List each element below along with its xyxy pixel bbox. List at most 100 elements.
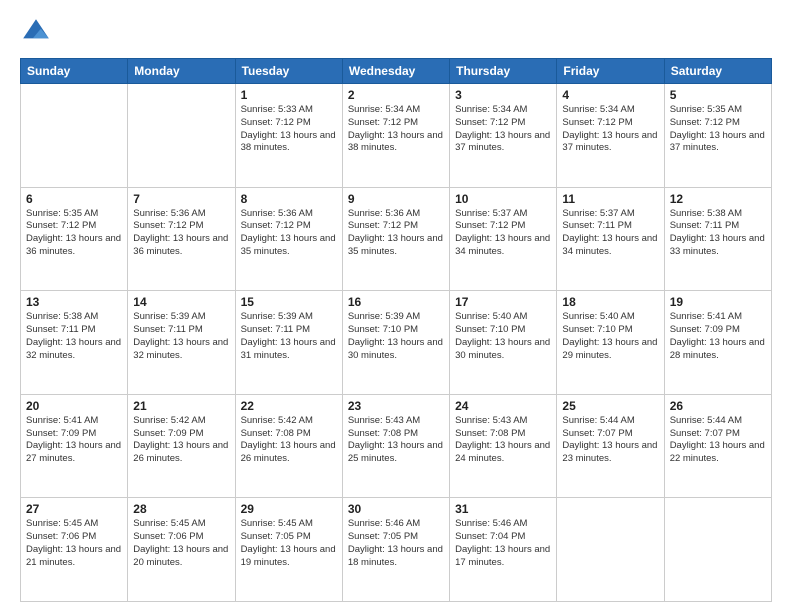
day-number: 10 (455, 192, 551, 206)
day-info: Sunrise: 5:40 AM Sunset: 7:10 PM Dayligh… (562, 311, 658, 362)
day-cell: 19 Sunrise: 5:41 AM Sunset: 7:09 PM Dayli… (664, 291, 771, 395)
day-cell: 17 Sunrise: 5:40 AM Sunset: 7:10 PM Dayli… (450, 291, 557, 395)
weekday-header-wednesday: Wednesday (342, 59, 449, 84)
day-number: 6 (26, 192, 122, 206)
calendar: SundayMondayTuesdayWednesdayThursdayFrid… (20, 58, 772, 602)
day-number: 2 (348, 88, 444, 102)
day-info: Sunrise: 5:41 AM Sunset: 7:09 PM Dayligh… (26, 415, 122, 466)
weekday-header-thursday: Thursday (450, 59, 557, 84)
day-cell: 1Sunrise: 5:33 AM Sunset: 7:12 PM Daylig… (235, 84, 342, 188)
day-info: Sunrise: 5:45 AM Sunset: 7:05 PM Dayligh… (241, 518, 337, 569)
day-info: Sunrise: 5:39 AM Sunset: 7:11 PM Dayligh… (133, 311, 229, 362)
day-number: 3 (455, 88, 551, 102)
weekday-header-saturday: Saturday (664, 59, 771, 84)
day-cell (128, 84, 235, 188)
day-cell: 20 Sunrise: 5:41 AM Sunset: 7:09 PM Dayli… (21, 394, 128, 498)
day-number: 13 (26, 295, 122, 309)
weekday-header-monday: Monday (128, 59, 235, 84)
weekday-row: SundayMondayTuesdayWednesdayThursdayFrid… (21, 59, 772, 84)
weekday-header-sunday: Sunday (21, 59, 128, 84)
day-cell: 29 Sunrise: 5:45 AM Sunset: 7:05 PM Dayli… (235, 498, 342, 602)
week-row-2: 13 Sunrise: 5:38 AM Sunset: 7:11 PM Dayli… (21, 291, 772, 395)
day-number: 28 (133, 502, 229, 516)
day-info: Sunrise: 5:35 AM Sunset: 7:12 PM Dayligh… (670, 104, 766, 155)
day-cell: 6 Sunrise: 5:35 AM Sunset: 7:12 PM Daylig… (21, 187, 128, 291)
day-cell: 22Sunrise: 5:42 AM Sunset: 7:08 PM Dayli… (235, 394, 342, 498)
day-info: Sunrise: 5:43 AM Sunset: 7:08 PM Dayligh… (455, 415, 551, 466)
day-cell: 31Sunrise: 5:46 AM Sunset: 7:04 PM Dayli… (450, 498, 557, 602)
day-info: Sunrise: 5:39 AM Sunset: 7:10 PM Dayligh… (348, 311, 444, 362)
page: SundayMondayTuesdayWednesdayThursdayFrid… (0, 0, 792, 612)
day-number: 17 (455, 295, 551, 309)
day-cell: 7 Sunrise: 5:36 AM Sunset: 7:12 PM Daylig… (128, 187, 235, 291)
day-info: Sunrise: 5:45 AM Sunset: 7:06 PM Dayligh… (26, 518, 122, 569)
day-number: 19 (670, 295, 766, 309)
day-number: 15 (241, 295, 337, 309)
day-cell: 5 Sunrise: 5:35 AM Sunset: 7:12 PM Daylig… (664, 84, 771, 188)
day-number: 5 (670, 88, 766, 102)
day-cell (21, 84, 128, 188)
day-number: 14 (133, 295, 229, 309)
day-info: Sunrise: 5:36 AM Sunset: 7:12 PM Dayligh… (133, 208, 229, 259)
day-number: 7 (133, 192, 229, 206)
day-number: 20 (26, 399, 122, 413)
day-number: 12 (670, 192, 766, 206)
day-number: 1 (241, 88, 337, 102)
day-number: 29 (241, 502, 337, 516)
day-info: Sunrise: 5:42 AM Sunset: 7:09 PM Dayligh… (133, 415, 229, 466)
day-number: 22 (241, 399, 337, 413)
day-cell (557, 498, 664, 602)
day-info: Sunrise: 5:37 AM Sunset: 7:12 PM Dayligh… (455, 208, 551, 259)
day-cell: 24Sunrise: 5:43 AM Sunset: 7:08 PM Dayli… (450, 394, 557, 498)
day-cell: 12 Sunrise: 5:38 AM Sunset: 7:11 PM Dayli… (664, 187, 771, 291)
day-cell: 26 Sunrise: 5:44 AM Sunset: 7:07 PM Dayli… (664, 394, 771, 498)
day-info: Sunrise: 5:40 AM Sunset: 7:10 PM Dayligh… (455, 311, 551, 362)
day-cell (664, 498, 771, 602)
logo (20, 16, 56, 48)
day-info: Sunrise: 5:44 AM Sunset: 7:07 PM Dayligh… (562, 415, 658, 466)
day-number: 21 (133, 399, 229, 413)
day-info: Sunrise: 5:44 AM Sunset: 7:07 PM Dayligh… (670, 415, 766, 466)
day-number: 26 (670, 399, 766, 413)
day-cell: 27 Sunrise: 5:45 AM Sunset: 7:06 PM Dayli… (21, 498, 128, 602)
calendar-body: 1Sunrise: 5:33 AM Sunset: 7:12 PM Daylig… (21, 84, 772, 602)
day-info: Sunrise: 5:39 AM Sunset: 7:11 PM Dayligh… (241, 311, 337, 362)
day-info: Sunrise: 5:43 AM Sunset: 7:08 PM Dayligh… (348, 415, 444, 466)
day-cell: 30Sunrise: 5:46 AM Sunset: 7:05 PM Dayli… (342, 498, 449, 602)
day-cell: 9Sunrise: 5:36 AM Sunset: 7:12 PM Daylig… (342, 187, 449, 291)
day-cell: 18 Sunrise: 5:40 AM Sunset: 7:10 PM Dayli… (557, 291, 664, 395)
day-number: 16 (348, 295, 444, 309)
day-number: 11 (562, 192, 658, 206)
logo-icon (20, 16, 52, 48)
day-cell: 2Sunrise: 5:34 AM Sunset: 7:12 PM Daylig… (342, 84, 449, 188)
day-info: Sunrise: 5:38 AM Sunset: 7:11 PM Dayligh… (26, 311, 122, 362)
week-row-3: 20 Sunrise: 5:41 AM Sunset: 7:09 PM Dayli… (21, 394, 772, 498)
day-cell: 10 Sunrise: 5:37 AM Sunset: 7:12 PM Dayli… (450, 187, 557, 291)
day-number: 31 (455, 502, 551, 516)
day-cell: 4 Sunrise: 5:34 AM Sunset: 7:12 PM Daylig… (557, 84, 664, 188)
day-cell: 3 Sunrise: 5:34 AM Sunset: 7:12 PM Daylig… (450, 84, 557, 188)
day-cell: 14 Sunrise: 5:39 AM Sunset: 7:11 PM Dayli… (128, 291, 235, 395)
day-cell: 11Sunrise: 5:37 AM Sunset: 7:11 PM Dayli… (557, 187, 664, 291)
weekday-header-friday: Friday (557, 59, 664, 84)
header (20, 16, 772, 48)
day-number: 23 (348, 399, 444, 413)
day-info: Sunrise: 5:34 AM Sunset: 7:12 PM Dayligh… (562, 104, 658, 155)
day-info: Sunrise: 5:41 AM Sunset: 7:09 PM Dayligh… (670, 311, 766, 362)
day-cell: 13 Sunrise: 5:38 AM Sunset: 7:11 PM Dayli… (21, 291, 128, 395)
day-cell: 28Sunrise: 5:45 AM Sunset: 7:06 PM Dayli… (128, 498, 235, 602)
day-info: Sunrise: 5:34 AM Sunset: 7:12 PM Dayligh… (455, 104, 551, 155)
day-number: 18 (562, 295, 658, 309)
week-row-4: 27 Sunrise: 5:45 AM Sunset: 7:06 PM Dayli… (21, 498, 772, 602)
day-cell: 8Sunrise: 5:36 AM Sunset: 7:12 PM Daylig… (235, 187, 342, 291)
day-number: 8 (241, 192, 337, 206)
day-info: Sunrise: 5:38 AM Sunset: 7:11 PM Dayligh… (670, 208, 766, 259)
day-number: 30 (348, 502, 444, 516)
day-info: Sunrise: 5:36 AM Sunset: 7:12 PM Dayligh… (348, 208, 444, 259)
day-cell: 25Sunrise: 5:44 AM Sunset: 7:07 PM Dayli… (557, 394, 664, 498)
day-cell: 23 Sunrise: 5:43 AM Sunset: 7:08 PM Dayli… (342, 394, 449, 498)
day-number: 4 (562, 88, 658, 102)
day-number: 27 (26, 502, 122, 516)
week-row-0: 1Sunrise: 5:33 AM Sunset: 7:12 PM Daylig… (21, 84, 772, 188)
day-info: Sunrise: 5:35 AM Sunset: 7:12 PM Dayligh… (26, 208, 122, 259)
